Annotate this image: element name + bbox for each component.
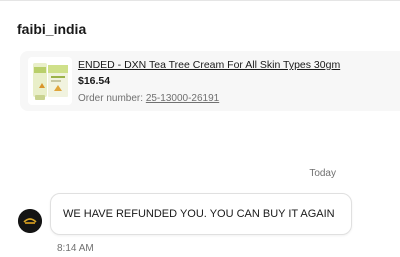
top-divider — [0, 0, 400, 1]
message-bubble[interactable]: WE HAVE REFUNDED YOU. YOU CAN BUY IT AGA… — [50, 193, 352, 235]
order-card[interactable]: ENDED - DXN Tea Tree Cream For All Skin … — [20, 51, 400, 111]
order-number-label: Order number: — [78, 93, 146, 104]
seller-avatar-icon — [18, 209, 42, 233]
message-timestamp: 8:14 AM — [57, 243, 94, 254]
order-number-link[interactable]: 25-13000-26191 — [146, 93, 219, 104]
order-item-price: $16.54 — [78, 75, 111, 87]
day-separator: Today — [309, 168, 336, 179]
order-number-row: Order number: 25-13000-26191 — [78, 93, 219, 104]
message-text: WE HAVE REFUNDED YOU. YOU CAN BUY IT AGA… — [63, 208, 335, 220]
seller-avatar[interactable] — [18, 209, 42, 233]
order-item-title[interactable]: ENDED - DXN Tea Tree Cream For All Skin … — [78, 59, 340, 71]
product-image-icon — [28, 57, 72, 105]
product-thumbnail[interactable] — [28, 57, 72, 105]
seller-name[interactable]: faibi_india — [17, 21, 86, 37]
